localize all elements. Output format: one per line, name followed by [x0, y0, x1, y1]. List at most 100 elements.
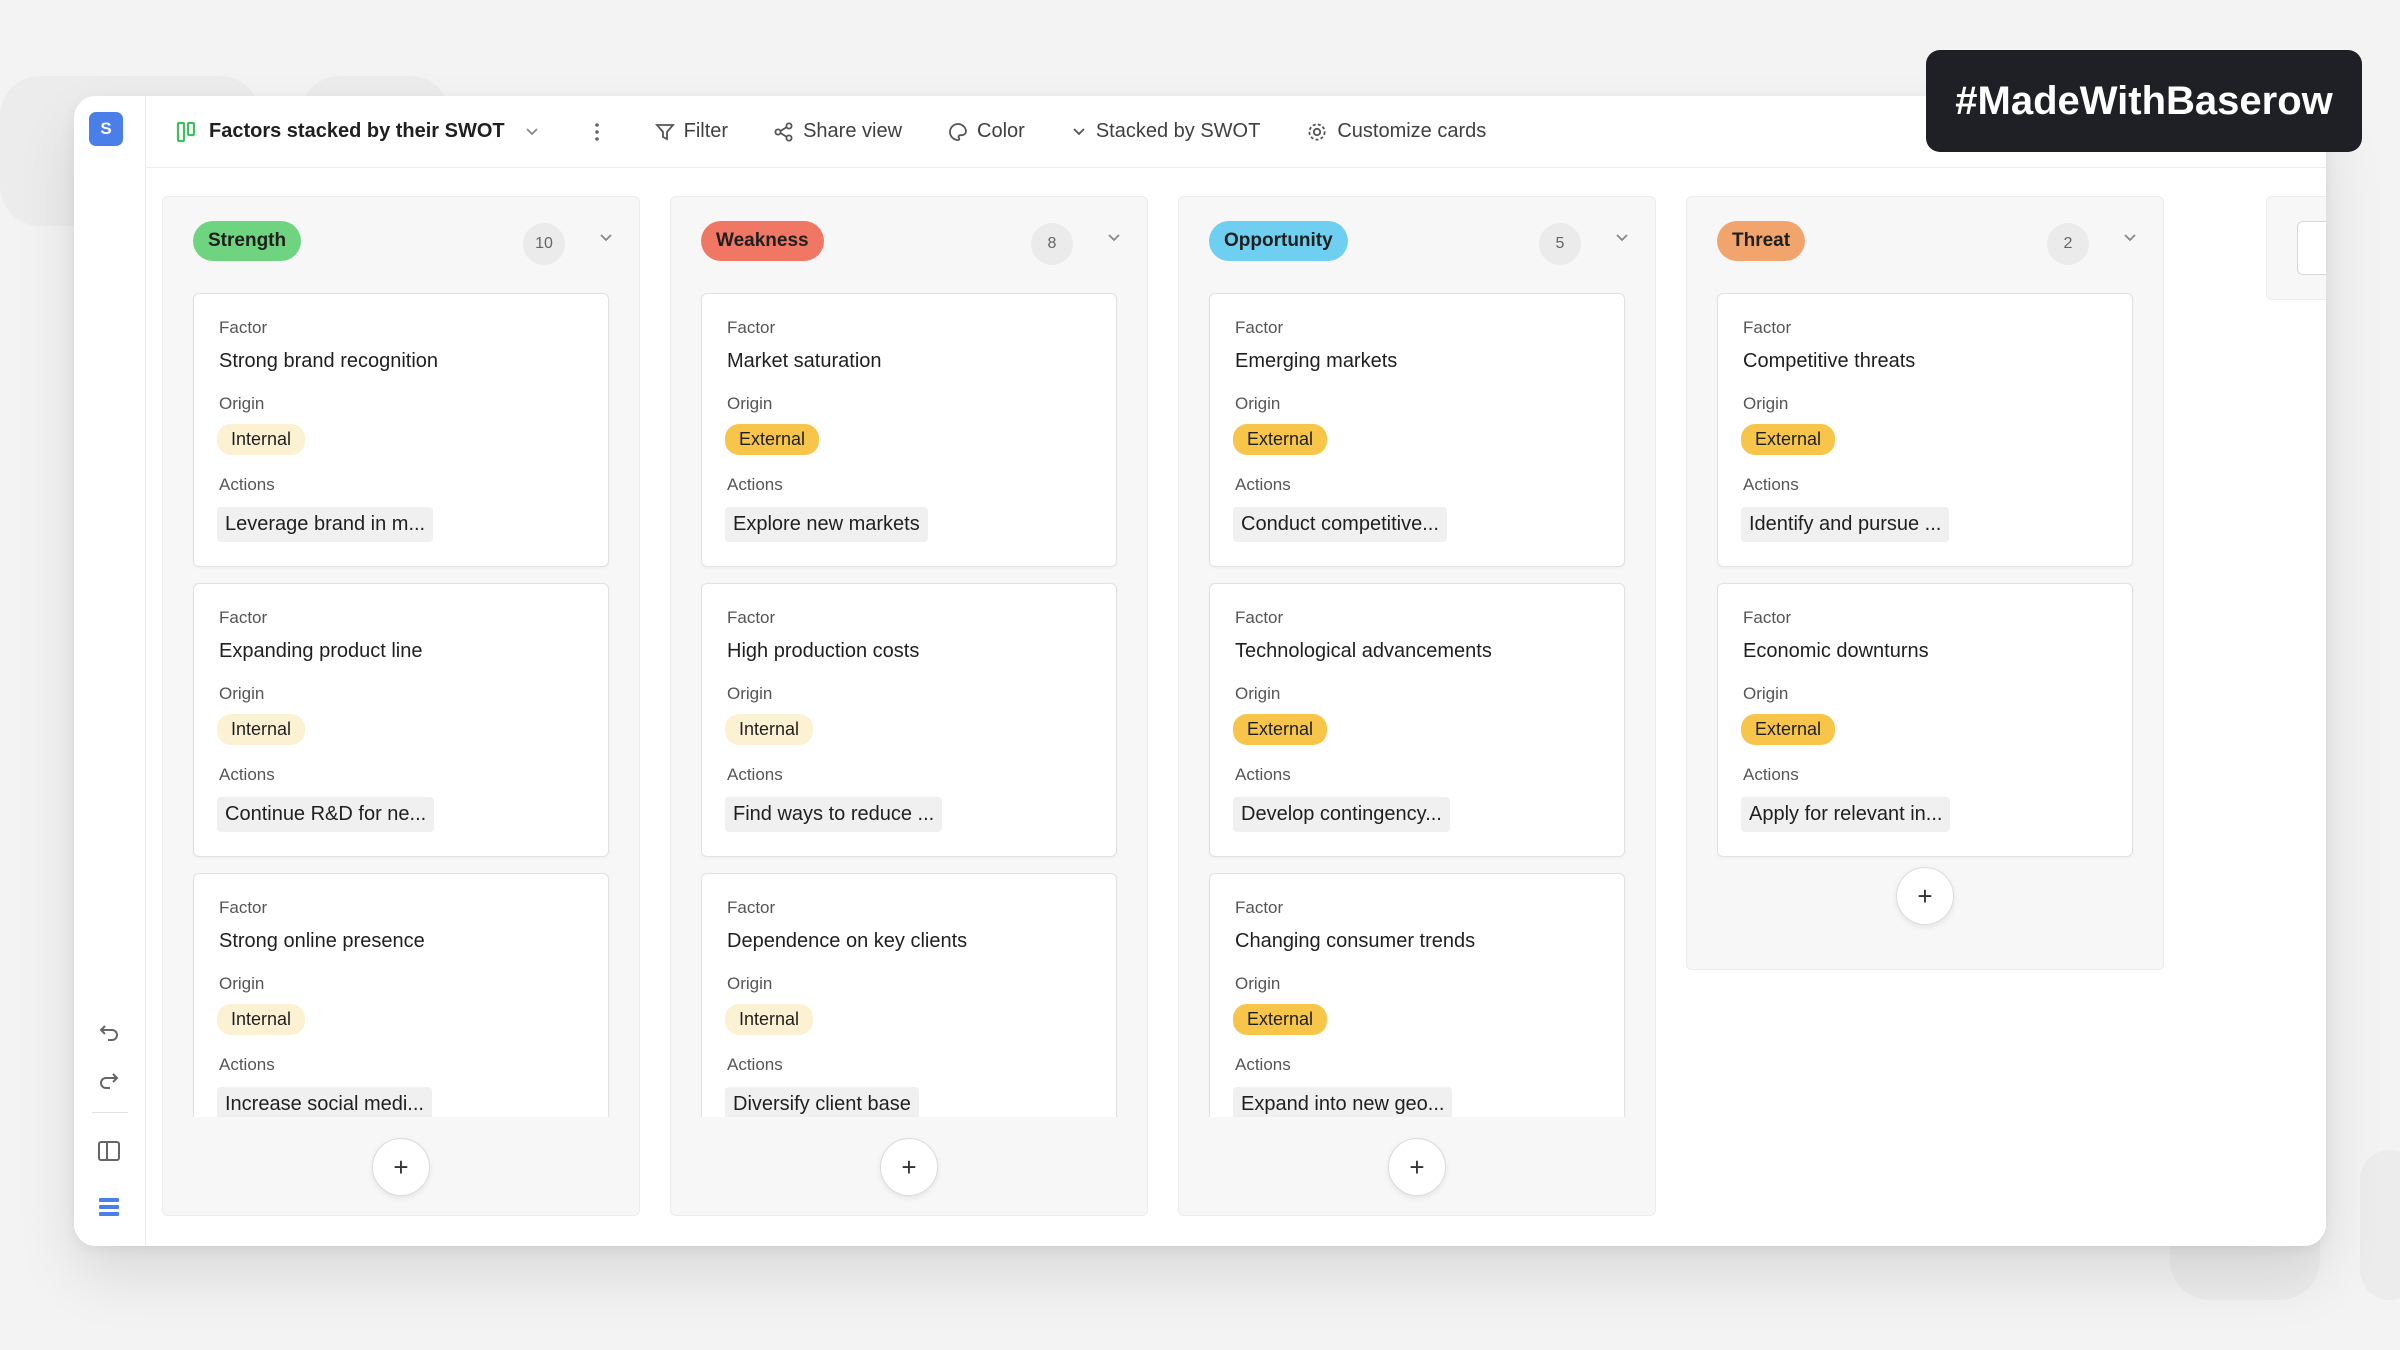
factor-label: Factor [219, 608, 268, 627]
database-icon[interactable] [94, 1192, 124, 1222]
view-menu-button[interactable] [594, 122, 609, 142]
factor-value: High production costs [727, 640, 920, 662]
workspace-logo[interactable]: S [89, 112, 123, 146]
undo-icon[interactable] [94, 1016, 124, 1046]
actions-label: Actions [219, 765, 275, 784]
origin-chip: External [1233, 1004, 1328, 1035]
new-stack-input[interactable] [2297, 221, 2326, 275]
filter-label: Filter [683, 120, 729, 142]
actions-label: Actions [219, 475, 275, 494]
filter-button[interactable]: Filter [654, 120, 729, 143]
palette-icon [949, 122, 967, 141]
add-card-button[interactable]: + [880, 1138, 938, 1196]
actions-label: Actions [1743, 765, 1799, 784]
column-header: Strength 10 [163, 197, 639, 293]
redo-icon[interactable] [94, 1064, 124, 1094]
card[interactable]: Factor Technological advancements Origin… [1209, 583, 1625, 857]
column-opportunity: Opportunity 5 Factor Emerging markets Or… [1178, 196, 1656, 1216]
chevron-down-icon [526, 127, 538, 135]
action-link: Conduct competitive... [1233, 507, 1447, 542]
color-label: Color [977, 120, 1025, 142]
column-count: 5 [1539, 223, 1581, 265]
factor-label: Factor [1235, 318, 1284, 337]
action-link: Develop contingency... [1233, 797, 1450, 832]
column-count: 2 [2047, 223, 2089, 265]
panel-toggle-icon[interactable] [94, 1136, 124, 1166]
factor-value: Changing consumer trends [1235, 930, 1476, 952]
origin-chip: External [1233, 424, 1328, 455]
card-list: Factor Emerging markets Origin External … [1179, 293, 1655, 1117]
column-count: 8 [1031, 223, 1073, 265]
origin-chip: External [1741, 714, 1836, 745]
kanban-board: Strength 10 Factor Strong brand recognit… [146, 168, 2326, 1246]
origin-chip: External [1741, 424, 1836, 455]
factor-label: Factor [219, 898, 268, 917]
chevron-down-icon[interactable] [1107, 233, 1121, 243]
add-card-area: + [1179, 1117, 1655, 1217]
card-list: Factor Strong brand recognition Origin I… [163, 293, 639, 1117]
card[interactable]: Factor Market saturation Origin External… [701, 293, 1117, 567]
card[interactable]: Factor High production costs Origin Inte… [701, 583, 1117, 857]
factor-value: Strong online presence [219, 930, 425, 952]
origin-label: Origin [1743, 684, 1789, 703]
share-view-button[interactable]: Share view [774, 120, 902, 143]
customize-cards-button[interactable]: Customize cards [1306, 120, 1486, 143]
actions-label: Actions [1235, 1055, 1291, 1074]
factor-value: Economic downturns [1743, 640, 1929, 662]
card[interactable]: Factor Economic downturns Origin Externa… [1717, 583, 2133, 857]
add-card-button[interactable]: + [372, 1138, 430, 1196]
card[interactable]: Factor Changing consumer trends Origin E… [1209, 873, 1625, 1117]
actions-label: Actions [727, 475, 783, 494]
factor-label: Factor [1235, 898, 1284, 917]
card[interactable]: Factor Emerging markets Origin External … [1209, 293, 1625, 567]
add-card-area: + [163, 1117, 639, 1217]
more-vertical-icon [594, 122, 599, 141]
column-weakness: Weakness 8 Factor Market saturation Orig… [670, 196, 1148, 1216]
column-badge[interactable]: Opportunity [1209, 221, 1348, 261]
kanban-icon [176, 121, 196, 142]
origin-label: Origin [219, 394, 265, 413]
card[interactable]: Factor Expanding product line Origin Int… [193, 583, 609, 857]
card[interactable]: Factor Strong brand recognition Origin I… [193, 293, 609, 567]
workspace-logo-letter: S [100, 119, 112, 138]
color-button[interactable]: Color [948, 120, 1025, 143]
column-header: Threat 2 [1687, 197, 2163, 293]
column-strength: Strength 10 Factor Strong brand recognit… [162, 196, 640, 1216]
share-icon [774, 122, 793, 141]
view-selector[interactable]: Factors stacked by their SWOT [176, 120, 548, 143]
factor-value: Market saturation [727, 350, 882, 372]
action-link: Apply for relevant in... [1741, 797, 1951, 832]
customize-cards-label: Customize cards [1337, 120, 1487, 142]
action-link: Diversify client base [725, 1087, 919, 1117]
column-badge[interactable]: Weakness [701, 221, 824, 261]
stacked-by-label: Stacked by SWOT [1095, 120, 1261, 142]
actions-label: Actions [1235, 765, 1291, 784]
chevron-down-icon[interactable] [599, 233, 613, 243]
actions-label: Actions [727, 765, 783, 784]
add-card-button[interactable]: + [1388, 1138, 1446, 1196]
factor-label: Factor [727, 318, 776, 337]
card[interactable]: Factor Competitive threats Origin Extern… [1717, 293, 2133, 567]
origin-chip: Internal [217, 1004, 306, 1035]
factor-label: Factor [1235, 608, 1284, 627]
add-card-button[interactable]: + [1896, 867, 1954, 925]
chevron-down-icon[interactable] [1615, 233, 1629, 243]
card[interactable]: Factor Strong online presence Origin Int… [193, 873, 609, 1117]
origin-label: Origin [727, 974, 773, 993]
origin-chip: Internal [217, 714, 306, 745]
card-list: Factor Competitive threats Origin Extern… [1687, 293, 2163, 873]
app-window: S Factors stacked by their SWOT Filter S… [74, 96, 2326, 1246]
factor-value: Competitive threats [1743, 350, 1916, 372]
origin-label: Origin [1235, 974, 1281, 993]
column-badge[interactable]: Strength [193, 221, 302, 261]
card[interactable]: Factor Dependence on key clients Origin … [701, 873, 1117, 1117]
column-count: 10 [523, 223, 565, 265]
actions-label: Actions [1743, 475, 1799, 494]
gear-icon [1308, 123, 1326, 140]
origin-chip: Internal [217, 424, 306, 455]
action-link: Leverage brand in m... [217, 507, 434, 542]
chevron-down-icon[interactable] [2123, 233, 2137, 243]
column-badge[interactable]: Threat [1717, 221, 1806, 261]
stacked-by-button[interactable]: Stacked by SWOT [1071, 120, 1261, 143]
origin-label: Origin [219, 684, 265, 703]
